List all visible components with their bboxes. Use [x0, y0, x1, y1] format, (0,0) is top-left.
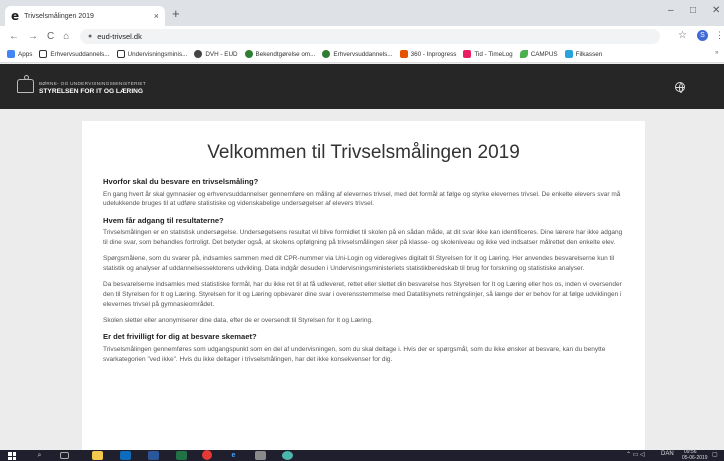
browser-tab[interactable]: e Trivselsmålingen 2019 × — [5, 6, 165, 26]
circle-icon — [194, 50, 203, 58]
excel-icon[interactable] — [176, 451, 187, 460]
timelog-icon — [463, 50, 472, 58]
profile-avatar[interactable]: S — [697, 30, 708, 41]
bookmark-item[interactable]: Tid - TimeLog — [463, 50, 513, 58]
tray-icons[interactable]: ⌃ ▭ ◁ — [626, 451, 645, 458]
file-explorer-icon[interactable] — [92, 451, 103, 460]
url-bar[interactable]: ● eud-trivsel.dk — [80, 29, 660, 44]
section-paragraph: Trivselsmålingen er en statistisk unders… — [103, 229, 623, 246]
bookmark-item[interactable]: Filkassen — [564, 50, 602, 58]
outlook-icon[interactable] — [120, 451, 131, 460]
bookmark-star-icon[interactable]: ☆ — [678, 30, 687, 41]
page-title: Velkommen til Trivselsmålingen 2019 — [207, 142, 520, 163]
browser-menu-icon[interactable]: ⋮ — [715, 30, 724, 41]
app-icon[interactable] — [255, 451, 266, 460]
page-body: Hvorfor skal du besvare en trivselsmålin… — [103, 177, 627, 371]
ministry-crown-icon — [17, 75, 34, 93]
bookmark-item[interactable]: 360 - Inprogress — [399, 50, 456, 58]
task-view-icon[interactable] — [60, 452, 69, 459]
tab-title: Trivselsmålingen 2019 — [24, 12, 94, 20]
section-paragraph: Skolen sletter eller anonymiserer dine d… — [103, 317, 373, 325]
ie-favicon-icon: e — [11, 9, 20, 23]
circle-icon — [322, 50, 331, 58]
leaf-icon — [519, 50, 528, 58]
tab-close-icon[interactable]: × — [154, 11, 159, 21]
bookmark-item[interactable]: CAMPUS — [519, 50, 558, 58]
crown-icon — [116, 50, 125, 58]
edge-icon[interactable]: e — [228, 451, 239, 460]
app-icon[interactable] — [282, 451, 293, 460]
url-text: eud-trivsel.dk — [97, 32, 142, 41]
bookmark-item[interactable]: Bekendtgørelse om... — [244, 50, 315, 58]
apps-grid-icon — [7, 50, 15, 58]
close-window-button[interactable]: ✕ — [712, 5, 720, 16]
windows-taskbar: ⌕ e ⌃ ▭ ◁ DAN 09:56 05-06-2019 ▢ — [0, 449, 724, 461]
home-button[interactable]: ⌂ — [63, 31, 69, 42]
section-paragraph: Da besvarelserne indsamles med statistis… — [103, 281, 622, 308]
maximize-button[interactable]: □ — [690, 5, 696, 16]
bookmarks-overflow-icon[interactable]: » — [715, 49, 719, 56]
circle-icon — [244, 50, 253, 58]
section-paragraph: Spørgsmålene, som du svarer på, indsamle… — [103, 255, 615, 272]
windows-start-icon[interactable] — [8, 452, 16, 460]
section-heading: Hvem får adgang til resultaterne? — [103, 215, 224, 225]
back-button[interactable]: ← — [9, 31, 19, 42]
section-heading: Hvorfor skal du besvare en trivselsmålin… — [103, 177, 259, 186]
lock-icon: ● — [88, 33, 93, 40]
f-logo-icon — [399, 50, 408, 58]
word-icon[interactable] — [148, 451, 159, 460]
section-heading: Er det frivilligt for dig at besvare ske… — [103, 332, 257, 342]
browser-tab-bar: e Trivselsmålingen 2019 × + – □ ✕ — [0, 0, 724, 26]
forward-button[interactable]: → — [28, 31, 38, 42]
agency-name: STYRELSEN FOR IT OG LÆRING — [39, 88, 144, 95]
language-globe-icon[interactable] — [675, 82, 685, 93]
bookmark-apps[interactable]: Apps — [7, 50, 32, 58]
section-paragraph: Trivselsmålingen gennemføres som udgangs… — [103, 345, 606, 363]
bookmark-item[interactable]: Undervisningsminis... — [116, 50, 187, 58]
minimize-button[interactable]: – — [668, 5, 674, 16]
bookmarks-bar: Apps Erhvervsuddannels... Undervisningsm… — [0, 46, 724, 63]
main-content-card: Velkommen til Trivselsmålingen 2019 Hvor… — [82, 121, 645, 456]
address-toolbar: ← → C ⌂ ● eud-trivsel.dk ☆ S ⋮ — [0, 26, 724, 46]
new-tab-button[interactable]: + — [172, 6, 180, 21]
folder-icon — [564, 50, 573, 58]
language-indicator[interactable]: DAN — [661, 451, 674, 457]
bookmark-item[interactable]: Erhvervsuddannels... — [39, 50, 110, 58]
reload-button[interactable]: C — [47, 31, 54, 42]
search-icon[interactable]: ⌕ — [34, 451, 45, 460]
notifications-icon[interactable]: ▢ — [712, 451, 718, 458]
chrome-icon[interactable] — [202, 450, 212, 460]
crown-icon — [39, 50, 48, 58]
bookmark-item[interactable]: Erhvervsuddannels... — [322, 50, 393, 58]
site-header: BØRNE- OG UNDERVISNINGSMINISTERIET STYRE… — [0, 64, 724, 109]
section-paragraph: En gang hvert år skal gymnasier og erhve… — [103, 190, 621, 208]
ministry-name: BØRNE- OG UNDERVISNINGSMINISTERIET — [39, 81, 146, 86]
bookmark-item[interactable]: DVH - EUD — [194, 50, 238, 58]
clock-date[interactable]: 05-06-2019 — [682, 455, 708, 461]
